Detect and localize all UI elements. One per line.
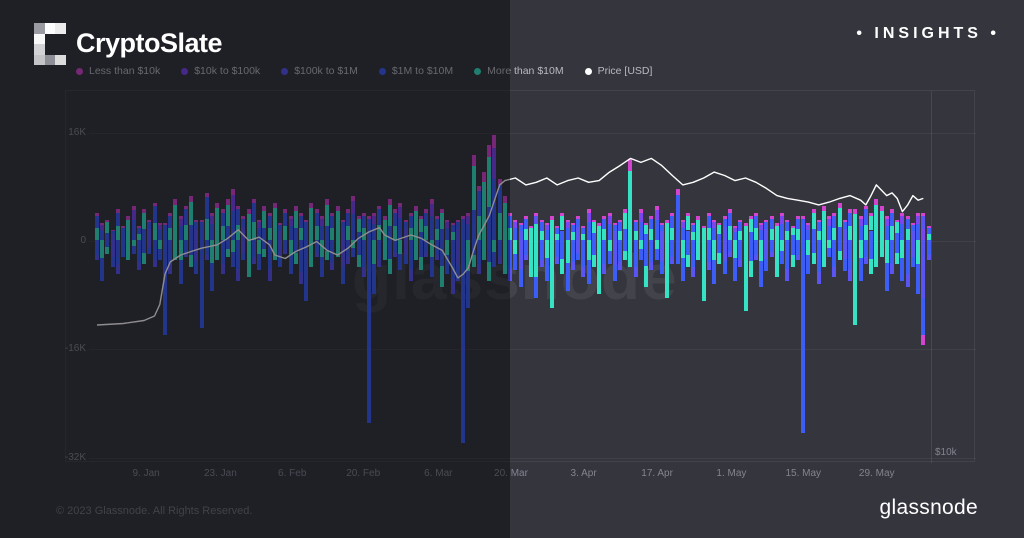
legend-item-label: $10k to $100k	[194, 65, 261, 77]
x-axis-tick-label: 1. May	[716, 468, 747, 479]
x-axis-tick-label: 6. Feb	[278, 468, 307, 479]
logo-pixel	[34, 44, 45, 55]
logo-pixel	[34, 33, 45, 44]
x-axis-tick-label: 6. Mar	[424, 468, 453, 479]
legend-dot-icon	[281, 67, 289, 75]
legend-item-0[interactable]: Less than $10k	[76, 65, 160, 77]
legend-dot-icon	[76, 67, 83, 75]
x-axis-tick-label: 20. Feb	[346, 468, 381, 479]
legend-item-5[interactable]: Price [USD]	[584, 65, 653, 77]
y-axis-tick-label: 16K	[68, 126, 86, 138]
plot-area[interactable]	[95, 90, 935, 462]
glassnode-wordmark: glassnode	[879, 496, 978, 519]
legend-item-label: Price [USD]	[597, 65, 653, 77]
legend-item-4[interactable]: More than $10M	[474, 65, 564, 77]
logo-pixel	[55, 44, 66, 55]
x-axis-tick-label: 15. May	[785, 468, 822, 479]
logo-pixel	[45, 44, 56, 55]
y-axis-tick-label: -16K	[64, 343, 86, 355]
legend-item-label: $1M to $10M	[391, 65, 454, 77]
logo-pixel	[45, 34, 56, 45]
page-title: CryptoSlate	[76, 28, 223, 58]
x-axis-tick-label: 23. Jan	[204, 468, 237, 479]
logo-pixel	[34, 23, 45, 34]
insights-banner: glassnode $10k 16K 0 -16K -32K 9. Jan 23. Jan…	[0, 0, 1024, 538]
legend-item-3[interactable]: $1M to $10M	[378, 65, 454, 77]
logo-pixel	[44, 23, 55, 34]
legend-dot-icon	[378, 67, 386, 75]
copyright-text: © 2023 Glassnode. All Rights Reserved.	[56, 505, 253, 517]
legend-item-1[interactable]: $10k to $100k	[181, 65, 260, 77]
logo-pixel	[55, 34, 66, 45]
y-axis-tick-label: 0	[80, 235, 86, 246]
legend-item-label: $100k to $1M	[294, 65, 358, 77]
logo-pixel	[34, 54, 45, 65]
y-axis-tick-label: -32K	[64, 451, 86, 463]
x-axis-tick-label: 29. May	[858, 468, 895, 479]
legend: Less than $10k $10k to $100k $100k to $1M $…	[76, 65, 652, 77]
legend-item-label: Less than $10k	[89, 65, 161, 77]
x-axis-tick-label: 17. Apr	[641, 468, 673, 479]
legend-item-2[interactable]: $100k to $1M	[281, 65, 358, 77]
logo-pixel	[44, 54, 55, 65]
x-axis-tick-label: 20. Mar	[494, 468, 528, 479]
x-axis-tick-label: 3. Apr	[570, 468, 597, 479]
legend-item-label: More than $10M	[487, 65, 564, 77]
right-axis-tick-label: $10k	[935, 447, 957, 458]
logo-pixel	[55, 54, 66, 65]
legend-dot-icon	[474, 67, 482, 75]
x-axis-tick-label: 9. Jan	[132, 468, 160, 479]
price-line	[96, 157, 924, 326]
logo-pixel	[55, 23, 66, 34]
insights-badge: • INSIGHTS •	[856, 25, 1000, 42]
legend-dot-icon	[584, 67, 592, 75]
cryptoslate-logo	[34, 23, 66, 65]
legend-dot-icon	[181, 67, 189, 75]
